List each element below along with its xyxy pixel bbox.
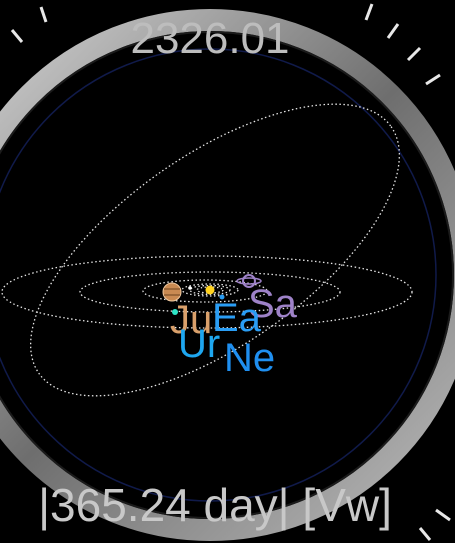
period-readout: |365.24 day| [Vw] [38, 479, 392, 531]
date-readout: 2326.01 [130, 14, 290, 63]
sun-icon [205, 285, 215, 295]
venus-icon [188, 286, 192, 290]
uranus-label: Ur [178, 322, 221, 366]
neptune-label: Ne [224, 336, 276, 380]
watch-bezel [0, 3, 455, 541]
